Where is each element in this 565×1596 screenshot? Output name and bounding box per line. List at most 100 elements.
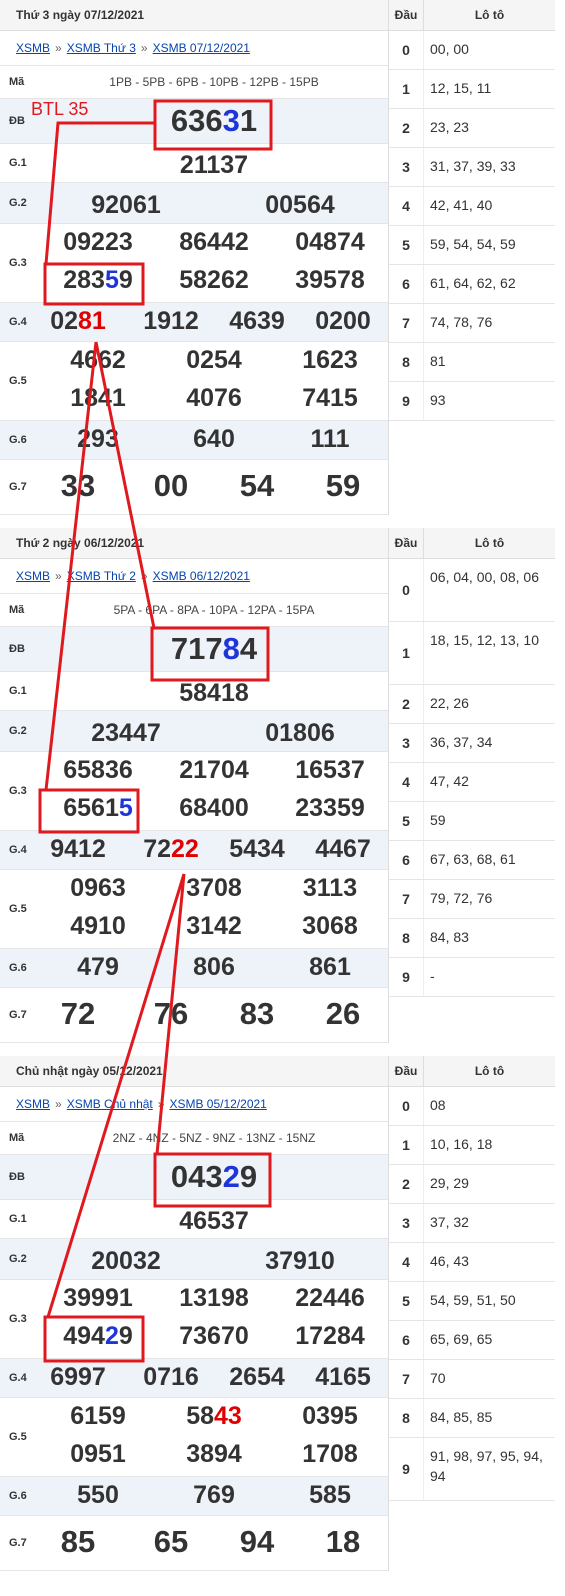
- special-prize-row: ĐB 71784: [0, 627, 388, 672]
- prize-row: G.5 6159 5843 0395 0951 3894 1708: [0, 1398, 388, 1477]
- prize-values: 72 76 83 26: [40, 988, 388, 1042]
- prize-row: G.6 293 640 111: [0, 421, 388, 460]
- breadcrumb-link[interactable]: XSMB Thứ 2: [67, 569, 136, 583]
- prize-number: 01806: [265, 719, 335, 747]
- prize-number: 4076: [186, 384, 242, 412]
- loto-head-digit: 7: [389, 304, 424, 342]
- breadcrumb-separator: »: [55, 41, 62, 55]
- date-header: Chủ nhật ngày 05/12/2021: [0, 1056, 388, 1087]
- prize-values: 85 65 94 18: [40, 1516, 388, 1570]
- loto-head-digit: 3: [389, 148, 424, 186]
- prize-number: 3113: [302, 874, 358, 902]
- breadcrumb-separator: »: [55, 1097, 62, 1111]
- prize-row: G.6 479 806 861: [0, 949, 388, 988]
- breadcrumb-link[interactable]: XSMB 07/12/2021: [153, 41, 250, 55]
- breadcrumb-link[interactable]: XSMB: [16, 569, 50, 583]
- results-table: Chủ nhật ngày 05/12/2021 XSMB » XSMB Chủ nh…: [0, 1056, 389, 1571]
- prize-number: 585: [309, 1481, 351, 1509]
- prize-values: 63631: [40, 99, 388, 143]
- prize-number: 86442: [179, 228, 249, 256]
- loto-row: 4 47, 42: [389, 763, 555, 802]
- prize-row: G.5 0963 3708 3113 4910 3142 3068: [0, 870, 388, 949]
- prize-number: 806: [193, 953, 235, 981]
- loto-numbers: 54, 59, 51, 50: [430, 1292, 516, 1308]
- loto-row: 0 08: [389, 1087, 555, 1126]
- prize-number: 5843: [186, 1402, 242, 1430]
- prize-number: 21137: [179, 151, 249, 179]
- special-prize-number: 04329: [170, 1159, 258, 1194]
- prize-number: 111: [310, 425, 350, 453]
- loto-head-digit: 9: [389, 382, 424, 420]
- loto-numbers: 08: [430, 1097, 446, 1113]
- loto-head-digit: 5: [389, 802, 424, 840]
- prize-number: 73670: [179, 1322, 249, 1350]
- prize-number: 293: [77, 425, 119, 453]
- breadcrumb-link[interactable]: XSMB: [16, 1097, 50, 1111]
- loto-table: Đầu Lô tô 0 06, 04, 00, 08, 06 1 18, 15, 12, …: [389, 528, 555, 997]
- prize-number: 0200: [315, 307, 371, 335]
- loto-row: 7 74, 78, 76: [389, 304, 555, 343]
- prize-row: G.4 6997 0716 2654 4165: [0, 1359, 388, 1398]
- loto-header: Đầu Lô tô: [389, 528, 555, 559]
- loto-numbers: 06, 04, 00, 08, 06: [430, 569, 539, 585]
- breadcrumb-link[interactable]: XSMB Thứ 3: [67, 41, 136, 55]
- loto-row: 4 42, 41, 40: [389, 187, 555, 226]
- loto-row: 3 37, 32: [389, 1204, 555, 1243]
- prize-number: 6997: [50, 1363, 106, 1391]
- prize-number: 7222: [143, 835, 199, 863]
- prize-number: 46537: [179, 1207, 249, 1235]
- loto-row: 2 23, 23: [389, 109, 555, 148]
- ticket-codes: 2NZ - 4NZ - 5NZ - 9NZ - 13NZ - 15NZ: [112, 1131, 316, 1145]
- prize-number: 4467: [315, 835, 371, 863]
- prize-row: G.7 85 65 94 18: [0, 1516, 388, 1571]
- loto-head-digit: 9: [389, 958, 424, 996]
- loto-head-digit: 4: [389, 1243, 424, 1281]
- prize-values: 0281 1912 4639 0200: [40, 303, 388, 341]
- breadcrumb-link[interactable]: XSMB: [16, 41, 50, 55]
- prize-row: G.4 9412 7222 5434 4467: [0, 831, 388, 870]
- loto-numbers: 23, 23: [430, 119, 469, 135]
- loto-head-digit: 6: [389, 841, 424, 879]
- prize-values: 09223 86442 04874 28359 58262 39578: [40, 224, 388, 302]
- loto-numbers: 59: [430, 812, 446, 828]
- prize-number: 23359: [295, 794, 365, 822]
- breadcrumb-link[interactable]: XSMB 05/12/2021: [169, 1097, 266, 1111]
- prize-number: 65: [153, 1524, 189, 1559]
- loto-row: 8 81: [389, 343, 555, 382]
- ticket-codes: 1PB - 5PB - 6PB - 10PB - 12PB - 15PB: [109, 75, 319, 89]
- loto-head-digit: 2: [389, 1165, 424, 1203]
- prize-number: 0281: [50, 307, 106, 335]
- prize-number: 4910: [70, 912, 126, 940]
- prize-number: 85: [60, 1524, 96, 1559]
- prize-row: G.1 58418: [0, 672, 388, 711]
- loto-row: 5 54, 59, 51, 50: [389, 1282, 555, 1321]
- prize-number: 20032: [91, 1247, 161, 1275]
- prize-values: 23447 01806: [40, 711, 388, 751]
- prize-values: 9412 7222 5434 4467: [40, 831, 388, 869]
- prize-number: 1912: [143, 307, 199, 335]
- prize-number: 04874: [295, 228, 365, 256]
- prize-row: G.3 65836 21704 16537 65615 68400 23359: [0, 752, 388, 831]
- code-row: Mã 5PA - 6PA - 8PA - 10PA - 12PA - 15PA: [0, 594, 388, 627]
- prize-values: 479 806 861: [40, 949, 388, 987]
- prize-row: G.2 92061 00564: [0, 183, 388, 224]
- prize-number: 861: [309, 953, 351, 981]
- code-row: Mã 1PB - 5PB - 6PB - 10PB - 12PB - 15PB: [0, 66, 388, 99]
- column-header-dau: Đầu: [389, 528, 424, 558]
- loto-numbers: 91, 98, 97, 95, 94, 94: [430, 1448, 543, 1484]
- prize-row: G.2 23447 01806: [0, 711, 388, 752]
- breadcrumb-link[interactable]: XSMB 06/12/2021: [153, 569, 250, 583]
- prize-number: 65615: [63, 794, 133, 822]
- loto-head-digit: 3: [389, 1204, 424, 1242]
- breadcrumb-separator: »: [55, 569, 62, 583]
- loto-row: 0 06, 04, 00, 08, 06: [389, 559, 555, 622]
- breadcrumb-separator: »: [140, 41, 148, 55]
- loto-row: 5 59, 54, 54, 59: [389, 226, 555, 265]
- prize-number: 49429: [63, 1322, 133, 1350]
- column-header-loto: Lô tô: [474, 536, 505, 550]
- loto-head-digit: 6: [389, 265, 424, 303]
- breadcrumb-link[interactable]: XSMB Chủ nhật: [67, 1097, 153, 1111]
- prize-number: 4662: [70, 346, 126, 374]
- loto-head-digit: 8: [389, 343, 424, 381]
- results-table: Thứ 3 ngày 07/12/2021 XSMB» XSMB Thứ 3» XSM…: [0, 0, 389, 515]
